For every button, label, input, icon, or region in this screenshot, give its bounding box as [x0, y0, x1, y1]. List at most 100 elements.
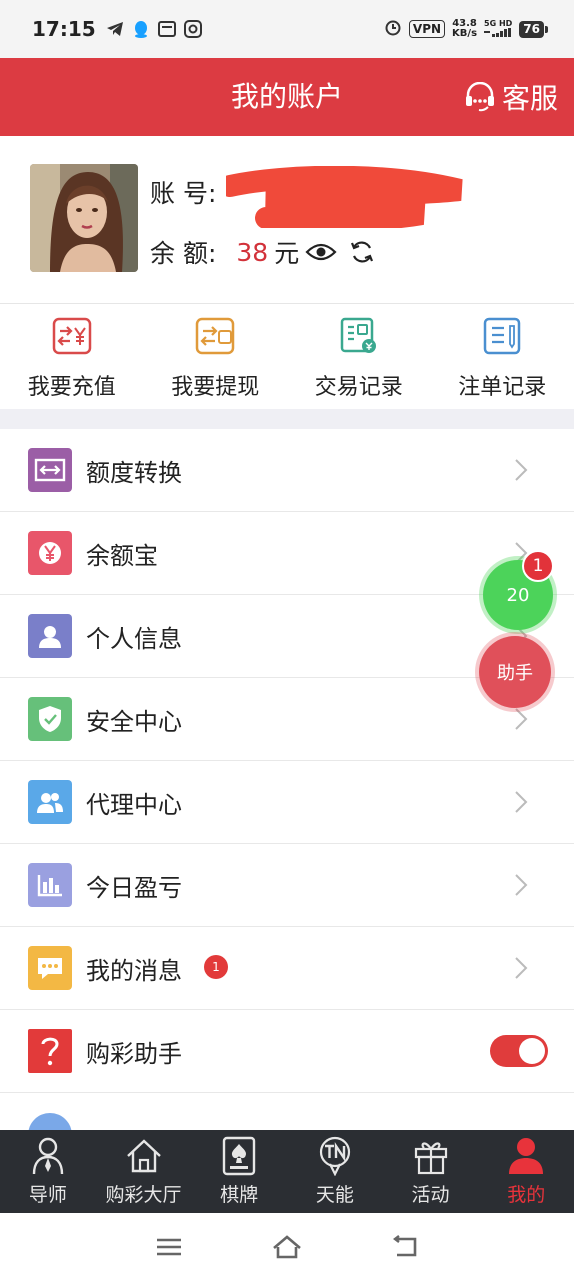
bet-record-button[interactable]: 注单记录: [431, 305, 574, 409]
assistant-toggle[interactable]: [490, 1035, 548, 1067]
menu-list: 额度转换 余额宝 个人信息 安全中心 代理中心 今日盈亏 我的消息 1 购彩助手: [0, 429, 574, 1176]
section-divider: [0, 409, 574, 429]
assistant-float-label: 助手: [497, 663, 533, 684]
menu-label: 个人信息: [86, 624, 182, 653]
chevron-right-icon: [515, 459, 528, 481]
transaction-record-label: 交易记录: [314, 375, 403, 400]
tab-label: 天能: [315, 1184, 354, 1206]
tab-mine[interactable]: 我的: [478, 1130, 574, 1213]
profile-card: 账 号: 余 额: 38 元: [0, 136, 574, 304]
headset-icon: [465, 82, 494, 112]
tab-chess-cards[interactable]: 棋牌: [191, 1130, 287, 1213]
app-header: 我的账户 客服: [0, 58, 574, 136]
transaction-record-button[interactable]: 交易记录: [287, 305, 431, 409]
network-type: 5G HD: [484, 19, 512, 39]
recharge-label: 我要充值: [27, 375, 116, 400]
chevron-right-icon: [515, 708, 528, 730]
tab-tianneng[interactable]: 天能: [287, 1130, 383, 1213]
agents-icon: [28, 780, 72, 824]
signal-icon: [484, 28, 512, 37]
cards-icon: [222, 1136, 256, 1176]
app-icon: [183, 20, 202, 38]
balance-unit: 元: [274, 239, 300, 268]
menu-item-today-profit[interactable]: 今日盈亏: [0, 844, 574, 927]
account-label: 账 号:: [150, 179, 217, 208]
menu-item-lottery-assistant[interactable]: 购彩助手: [0, 1010, 574, 1093]
system-navigation-bar: [0, 1213, 574, 1280]
recharge-button[interactable]: 我要充值: [0, 305, 144, 409]
status-bar: 17:15 VPN 43.8 KB/s 5G HD 76: [0, 0, 574, 58]
menu-label: 额度转换: [86, 458, 182, 487]
withdraw-icon: [196, 317, 235, 355]
tab-label: 导师: [28, 1184, 67, 1206]
menu-label: 购彩助手: [86, 1039, 182, 1068]
transaction-icon: [340, 317, 376, 353]
balance-label: 余 额:: [150, 239, 217, 268]
notification-icons: [106, 20, 202, 38]
network-label: 5G HD: [484, 19, 513, 28]
balance-value: 38: [236, 237, 269, 267]
menu-label: 代理中心: [86, 790, 182, 819]
menu-label: 我的消息: [86, 956, 182, 985]
back-icon[interactable]: [389, 1233, 421, 1261]
toggle-knob: [519, 1038, 545, 1064]
quick-actions: 我要充值 我要提现 交易记录 注单记录: [0, 305, 574, 409]
menu-icon[interactable]: [153, 1233, 185, 1261]
network-speed: 43.8 KB/s: [452, 19, 477, 39]
message-icon: [28, 946, 72, 990]
bottom-tab-bar: 导师 购彩大厅 棋牌 天能 活动 我的: [0, 1130, 574, 1213]
tab-label: 活动: [411, 1184, 450, 1206]
status-time: 17:15: [32, 17, 96, 41]
tn-icon: [319, 1136, 350, 1176]
bet-record-icon: [484, 317, 521, 355]
mentor-icon: [32, 1137, 64, 1175]
withdraw-button[interactable]: 我要提现: [144, 305, 288, 409]
customer-service-button[interactable]: 客服: [464, 58, 558, 136]
account-row: 账 号:: [150, 174, 216, 210]
chevron-right-icon: [515, 957, 528, 979]
bet-record-label: 注单记录: [458, 375, 547, 400]
menu-label: 今日盈亏: [86, 873, 182, 902]
vpn-badge: VPN: [408, 20, 446, 38]
user-icon: [509, 1138, 544, 1174]
account-redaction: [226, 166, 463, 228]
shield-icon: [28, 697, 72, 741]
mail-icon: [157, 20, 176, 38]
gift-icon: [414, 1142, 447, 1175]
tab-label: 我的: [507, 1184, 546, 1206]
avatar[interactable]: [30, 164, 138, 272]
person-icon: [28, 614, 72, 658]
withdraw-label: 我要提现: [171, 375, 260, 400]
menu-label: 余额宝: [86, 541, 158, 570]
tab-activity[interactable]: 活动: [383, 1130, 479, 1213]
home-nav-icon[interactable]: [271, 1233, 303, 1261]
bar-chart-icon: [28, 863, 72, 907]
transfer-icon: [28, 448, 72, 492]
telegram-icon: [106, 20, 124, 38]
assistant-float-button[interactable]: 助手: [479, 636, 551, 708]
customer-service-label: 客服: [501, 82, 558, 115]
balance-row: 余 额: 38 元: [150, 234, 375, 270]
qq-icon: [132, 20, 150, 38]
chevron-right-icon: [515, 874, 528, 896]
tab-mentor[interactable]: 导师: [0, 1130, 96, 1213]
unread-badge: 1: [204, 955, 228, 979]
speed-unit: KB/s: [452, 28, 478, 39]
chevron-right-icon: [515, 791, 528, 813]
alarm-icon: [384, 18, 402, 40]
menu-item-my-messages[interactable]: 我的消息 1: [0, 927, 574, 1010]
status-right: VPN 43.8 KB/s 5G HD 76: [384, 18, 548, 40]
tab-label: 棋牌: [220, 1184, 259, 1206]
floating-counter-value: 20: [506, 584, 530, 606]
menu-item-agent-center[interactable]: 代理中心: [0, 761, 574, 844]
question-icon: [28, 1029, 72, 1073]
refresh-icon[interactable]: [349, 239, 375, 265]
home-icon: [126, 1139, 161, 1173]
menu-label: 安全中心: [86, 707, 182, 736]
tab-lottery-hall[interactable]: 购彩大厅: [96, 1130, 192, 1213]
battery-indicator: 76: [519, 20, 548, 38]
eye-icon[interactable]: [305, 241, 337, 263]
recharge-icon: [52, 317, 91, 355]
yuan-icon: [28, 531, 72, 575]
menu-item-quota-transfer[interactable]: 额度转换: [0, 429, 574, 512]
